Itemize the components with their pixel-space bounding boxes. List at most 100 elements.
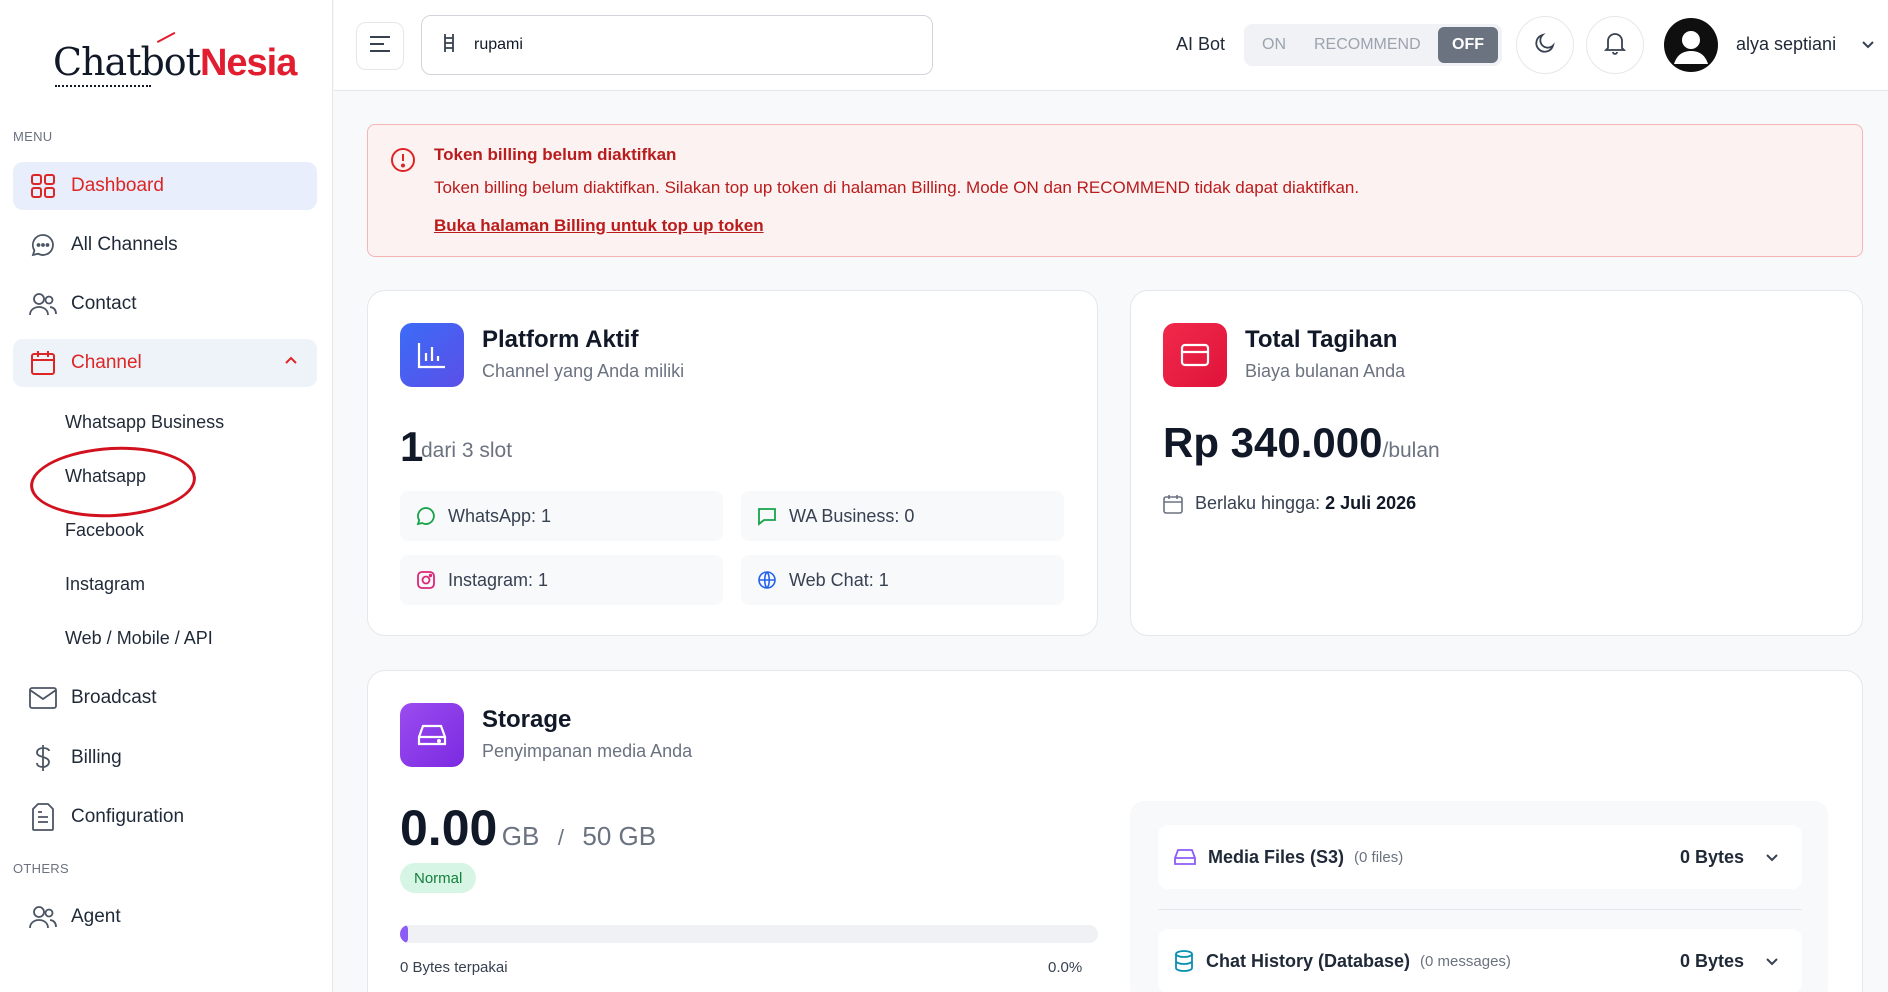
avatar[interactable]: [1664, 18, 1718, 72]
search-value: rupami: [474, 36, 523, 53]
top-header: rupami AI Bot ON RECOMMEND OFF alya sept…: [334, 0, 1888, 91]
ai-mode-toggle: ON RECOMMEND OFF: [1244, 24, 1502, 66]
alert-title: Token billing belum diaktifkan: [434, 145, 677, 164]
storage-row-count: (0 messages): [1420, 952, 1511, 970]
sidebar-item-label: Contact: [71, 293, 137, 314]
storage-used-text: 0 Bytes terpakai: [400, 959, 508, 976]
logo-underline: [55, 85, 151, 87]
channel-count-label: WA Business: 0: [789, 505, 915, 526]
storage-used: 0.00: [400, 800, 498, 856]
platform-slot-text: dari 3 slot: [421, 439, 513, 462]
notifications-button[interactable]: [1586, 16, 1644, 74]
chevron-down-icon: [1764, 849, 1780, 870]
channel-count-label: WhatsApp: 1: [448, 505, 552, 526]
sidebar-item-broadcast[interactable]: Broadcast: [13, 674, 317, 722]
sidebar-item-label: Broadcast: [71, 687, 157, 708]
channel-count-whatsapp: WhatsApp: 1: [400, 491, 723, 541]
channel-count-instagram: Instagram: 1: [400, 555, 723, 605]
status-badge: Normal: [400, 863, 477, 893]
sidebar-subitem-web-mobile-api[interactable]: Web / Mobile / API: [65, 628, 213, 649]
sidebar-item-channel[interactable]: Channel: [13, 339, 317, 387]
sidebar-item-label: Billing: [71, 747, 122, 768]
storage-total: 50 GB: [582, 821, 657, 851]
sidebar-item-dashboard[interactable]: Dashboard: [13, 162, 317, 210]
calendar-icon: [1163, 494, 1183, 514]
users-icon: [29, 903, 57, 931]
users-icon: [29, 290, 57, 318]
storage-row-count: (0 files): [1354, 848, 1404, 866]
channel-count-label: Instagram: 1: [448, 569, 549, 590]
ai-bot-label: AI Bot: [1176, 34, 1226, 54]
brand-part1: Chatbot: [53, 40, 201, 84]
channel-count-label: Web Chat: 1: [789, 569, 889, 590]
storage-row-chat-history[interactable]: Chat History (Database) (0 messages) 0 B…: [1158, 929, 1802, 992]
mode-option-recommend[interactable]: RECOMMEND: [1300, 27, 1435, 63]
storage-title: Storage: [482, 706, 572, 733]
platform-count: 1: [400, 423, 424, 470]
storage-usage-row: 0.00 GB / 50 GB: [400, 799, 656, 857]
storage-progress-fill: [400, 925, 409, 943]
moon-icon: [1533, 31, 1557, 60]
chat-bubble-icon: [29, 231, 57, 259]
storage-row-size: 0 Bytes: [1679, 846, 1744, 867]
whatsapp-icon: [416, 506, 436, 526]
billing-period: /bulan: [1382, 439, 1440, 462]
hard-drive-icon: [400, 703, 464, 767]
channel-count-web-chat: Web Chat: 1: [741, 555, 1064, 605]
instagram-icon: [416, 570, 436, 590]
platform-card: Platform Aktif Channel yang Anda miliki …: [367, 290, 1098, 636]
storage-row-name: Chat History (Database): [1206, 950, 1411, 971]
storage-row-media[interactable]: Media Files (S3) (0 files) 0 Bytes: [1158, 825, 1802, 889]
sidebar-subitem-facebook[interactable]: Facebook: [65, 520, 144, 541]
bell-icon: [1603, 31, 1627, 60]
chevron-up-icon: [283, 353, 299, 375]
mail-icon: [29, 684, 57, 712]
billing-title: Total Tagihan: [1245, 326, 1398, 353]
billing-amount: Rp 340.000: [1163, 419, 1383, 466]
billing-page-link[interactable]: Buka halaman Billing untuk top up token: [434, 216, 764, 236]
storage-percent-text: 0.0%: [1048, 959, 1083, 976]
sidebar-item-contact[interactable]: Contact: [13, 280, 317, 328]
sidebar-subitem-instagram[interactable]: Instagram: [65, 574, 145, 595]
sidebar-item-agent[interactable]: Agent: [13, 893, 317, 941]
storage-card: Storage Penyimpanan media Anda 0.00 GB /…: [367, 670, 1863, 992]
hard-drive-icon: [1174, 848, 1196, 866]
valid-date: 2 Juli 2026: [1325, 493, 1417, 513]
mode-option-off[interactable]: OFF: [1438, 27, 1498, 63]
storage-divider: [1158, 909, 1802, 910]
alert-message: Token billing belum diaktifkan. Silakan …: [434, 178, 1360, 197]
sidebar-item-all-channels[interactable]: All Channels: [13, 221, 317, 269]
sidebar-item-configuration[interactable]: Configuration: [13, 793, 317, 841]
brand-logo[interactable]: ChatbotNesia: [53, 40, 297, 85]
chevron-down-icon[interactable]: [1860, 36, 1876, 57]
platform-subtitle: Channel yang Anda miliki: [482, 361, 685, 381]
storage-row-size: 0 Bytes: [1679, 950, 1744, 971]
sidebar-item-label: Channel: [71, 352, 142, 373]
hamburger-icon: [369, 35, 391, 58]
user-name[interactable]: alya septiani: [1736, 34, 1836, 55]
platform-title: Platform Aktif: [482, 326, 639, 353]
annotation-ellipse: [28, 442, 198, 522]
sidebar-item-billing[interactable]: Billing: [13, 734, 317, 782]
dollar-icon: [29, 744, 57, 772]
storage-subtitle: Penyimpanan media Anda: [482, 741, 693, 761]
storage-progress-bar: [400, 925, 1098, 943]
brand-part2: Nesia: [199, 42, 297, 84]
theme-toggle-button[interactable]: [1516, 16, 1574, 74]
sidebar-item-label: All Channels: [71, 234, 178, 255]
grid-icon: [29, 172, 57, 200]
credit-card-icon: [1163, 323, 1227, 387]
message-square-icon: [757, 506, 777, 526]
chevron-down-icon: [1764, 953, 1780, 974]
storage-used-unit: GB: [501, 821, 540, 851]
sidebar-item-label: Configuration: [71, 806, 185, 827]
sidebar-subitem-whatsapp-business[interactable]: Whatsapp Business: [65, 412, 224, 433]
menu-toggle-button[interactable]: [356, 22, 404, 70]
sidebar-item-label: Agent: [71, 906, 121, 927]
billing-amount-row: Rp 340.000/bulan: [1163, 419, 1440, 467]
billing-alert: Token billing belum diaktifkan Token bil…: [367, 124, 1863, 257]
search-input[interactable]: rupami: [421, 15, 933, 75]
storage-breakdown-panel: Media Files (S3) (0 files) 0 Bytes Chat …: [1130, 801, 1828, 992]
mode-option-on[interactable]: ON: [1248, 27, 1300, 63]
calendar-icon: [29, 349, 57, 377]
